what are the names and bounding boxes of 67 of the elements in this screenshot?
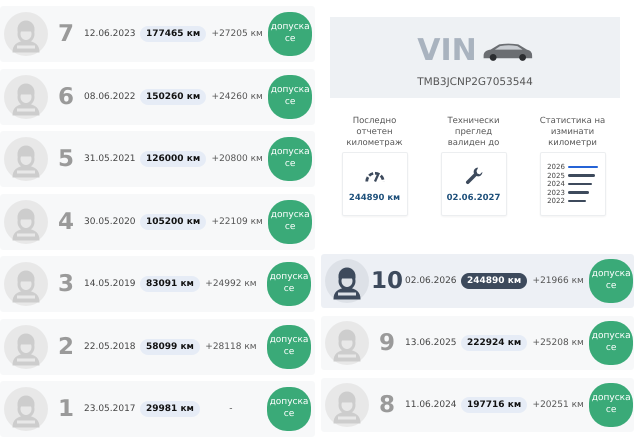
mechanic-avatar-icon (4, 200, 48, 244)
passed-button[interactable]: допуска се (268, 74, 312, 118)
record-date: 12.06.2023 (84, 29, 137, 39)
mileage-difference: +27205 км (210, 29, 264, 39)
mileage-badge: 126000 км (140, 151, 206, 167)
mechanic-avatar-icon (325, 383, 369, 427)
passed-button[interactable]: допуска се (589, 259, 634, 303)
passed-button[interactable]: допуска се (589, 321, 634, 365)
mileage-badge: 197716 км (461, 397, 528, 413)
record-date: 14.05.2019 (84, 279, 137, 289)
record-date: 22.05.2018 (84, 342, 137, 352)
record-date: 11.06.2024 (405, 400, 458, 410)
record-number: 8 (378, 392, 396, 418)
record-number: 9 (378, 330, 396, 356)
record-number: 4 (56, 208, 75, 234)
record-number: 10 (370, 268, 404, 294)
mileage-badge: 58099 км (140, 338, 200, 354)
mechanic-avatar-icon (4, 137, 48, 181)
stat-label: Статистика на изминати километри (538, 116, 606, 150)
vin-watermark: VIN (417, 32, 477, 70)
mechanic-avatar-icon (4, 324, 48, 368)
record-number: 5 (56, 146, 75, 172)
passed-button[interactable]: допуска се (267, 387, 311, 431)
stat-value: 244890 км (348, 192, 400, 202)
mileage-difference: +20251 км (532, 400, 585, 410)
record-number: 1 (56, 396, 75, 422)
record-number: 7 (56, 21, 75, 47)
mechanic-avatar-icon (325, 259, 369, 303)
record-number: 3 (56, 271, 75, 297)
record-date: 13.06.2025 (405, 338, 458, 348)
mechanic-avatar-icon (4, 74, 48, 118)
mechanic-avatar-icon (4, 387, 48, 431)
stat-value: 02.06.2027 (446, 192, 500, 202)
mechanic-avatar-icon (4, 12, 48, 56)
mileage-difference: +28118 км (204, 342, 258, 352)
stat-label: Технически преглед валиден до (446, 116, 501, 150)
passed-button[interactable]: допуска се (268, 200, 312, 244)
mileage-difference: +22109 км (210, 216, 264, 226)
mileage-badge: 222924 км (461, 335, 528, 351)
record-date: 23.05.2017 (84, 404, 137, 414)
stat-label: Последно отчетен километраж (345, 116, 404, 150)
passed-button[interactable]: допуска се (267, 262, 311, 306)
mechanic-avatar-icon (4, 262, 48, 306)
passed-button[interactable]: допуска се (589, 383, 634, 427)
mileage-badge: 29981 км (140, 401, 200, 417)
mileage-difference: +25208 км (532, 338, 585, 348)
passed-button[interactable]: допуска се (267, 324, 311, 368)
vin-number: TMB3JCNP2G7053544 (417, 76, 533, 88)
record-number: 2 (56, 334, 75, 360)
mileage-badge: 150260 км (140, 88, 206, 104)
mechanic-avatar-icon (325, 321, 369, 365)
record-date: 30.05.2020 (84, 216, 137, 226)
mileage-badge: 177465 км (140, 26, 206, 42)
mileage-difference: +21966 км (532, 276, 585, 286)
mileage-difference: +24992 км (204, 279, 258, 289)
passed-button[interactable]: допуска се (268, 137, 312, 181)
record-number: 6 (56, 84, 75, 110)
record-date: 02.06.2026 (405, 276, 458, 286)
mileage-difference: +20800 км (210, 154, 264, 164)
mileage-badge: 105200 км (140, 214, 206, 230)
passed-button[interactable]: допуска се (268, 12, 312, 56)
mileage-badge: 83091 км (140, 276, 200, 292)
mileage-difference: - (228, 404, 234, 414)
mileage-badge: 244890 км (461, 273, 528, 289)
record-date: 08.06.2022 (84, 92, 137, 102)
mileage-difference: +24260 км (210, 92, 264, 102)
record-date: 31.05.2021 (84, 154, 137, 164)
